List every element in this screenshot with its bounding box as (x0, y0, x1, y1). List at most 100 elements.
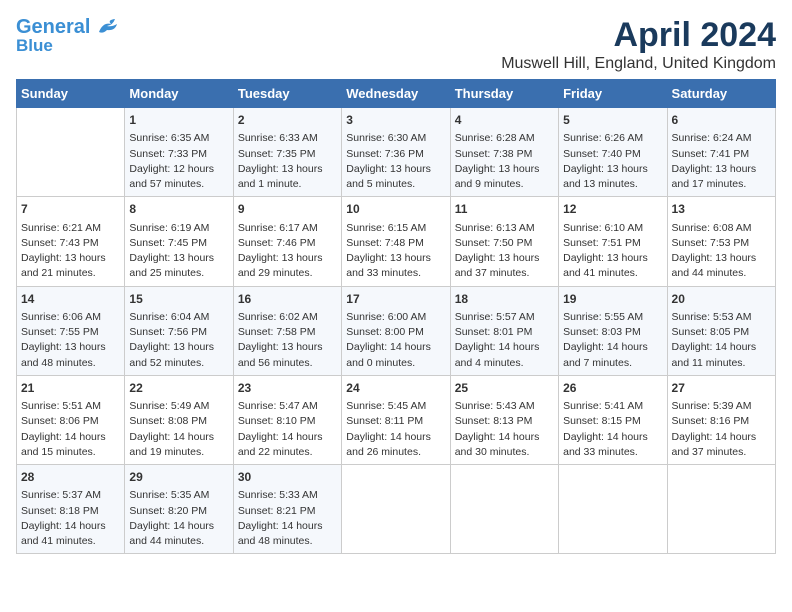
calendar-cell: 14Sunrise: 6:06 AMSunset: 7:55 PMDayligh… (17, 286, 125, 375)
day-info: Sunset: 7:58 PM (238, 325, 337, 340)
day-info: Daylight: 13 hours (563, 162, 662, 177)
day-info: Sunset: 7:36 PM (346, 147, 445, 162)
week-row-3: 14Sunrise: 6:06 AMSunset: 7:55 PMDayligh… (17, 286, 776, 375)
day-info: and 1 minute. (238, 177, 337, 192)
day-info: Sunrise: 5:39 AM (672, 399, 771, 414)
day-info: and 33 minutes. (563, 445, 662, 460)
day-info: Daylight: 14 hours (672, 340, 771, 355)
day-info: Daylight: 13 hours (672, 162, 771, 177)
day-number: 26 (563, 380, 662, 397)
day-info: Daylight: 14 hours (563, 430, 662, 445)
day-info: and 44 minutes. (672, 266, 771, 281)
day-info: Sunrise: 5:49 AM (129, 399, 228, 414)
day-number: 6 (672, 112, 771, 129)
day-info: Sunrise: 6:24 AM (672, 131, 771, 146)
day-info: Daylight: 13 hours (238, 251, 337, 266)
location-title: Muswell Hill, England, United Kingdom (501, 55, 776, 73)
day-number: 21 (21, 380, 120, 397)
day-info: Sunrise: 6:26 AM (563, 131, 662, 146)
day-number: 28 (21, 469, 120, 486)
week-row-4: 21Sunrise: 5:51 AMSunset: 8:06 PMDayligh… (17, 375, 776, 464)
day-number: 1 (129, 112, 228, 129)
calendar-cell: 21Sunrise: 5:51 AMSunset: 8:06 PMDayligh… (17, 375, 125, 464)
day-number: 4 (455, 112, 554, 129)
calendar-cell (559, 465, 667, 554)
day-number: 24 (346, 380, 445, 397)
day-info: Sunrise: 6:19 AM (129, 221, 228, 236)
day-info: Sunrise: 6:28 AM (455, 131, 554, 146)
calendar-cell: 5Sunrise: 6:26 AMSunset: 7:40 PMDaylight… (559, 108, 667, 197)
day-number: 13 (672, 201, 771, 218)
day-info: Sunrise: 6:17 AM (238, 221, 337, 236)
day-number: 29 (129, 469, 228, 486)
day-info: and 7 minutes. (563, 356, 662, 371)
day-info: Daylight: 13 hours (346, 162, 445, 177)
day-info: and 5 minutes. (346, 177, 445, 192)
day-info: and 41 minutes. (21, 534, 120, 549)
day-info: and 25 minutes. (129, 266, 228, 281)
day-info: Sunset: 7:40 PM (563, 147, 662, 162)
day-info: Daylight: 13 hours (129, 340, 228, 355)
day-info: Sunrise: 5:53 AM (672, 310, 771, 325)
day-info: Daylight: 13 hours (672, 251, 771, 266)
day-info: Daylight: 14 hours (129, 519, 228, 534)
day-info: Daylight: 14 hours (21, 430, 120, 445)
day-info: Daylight: 13 hours (129, 251, 228, 266)
day-number: 27 (672, 380, 771, 397)
calendar-cell (667, 465, 775, 554)
day-info: and 33 minutes. (346, 266, 445, 281)
day-info: Daylight: 13 hours (455, 251, 554, 266)
bird-icon (97, 18, 119, 36)
calendar-cell: 2Sunrise: 6:33 AMSunset: 7:35 PMDaylight… (233, 108, 341, 197)
day-info: Sunset: 7:33 PM (129, 147, 228, 162)
logo-blue: Blue (16, 36, 53, 56)
day-info: and 37 minutes. (455, 266, 554, 281)
day-info: Sunset: 7:43 PM (21, 236, 120, 251)
day-number: 8 (129, 201, 228, 218)
day-number: 25 (455, 380, 554, 397)
header-row: SundayMondayTuesdayWednesdayThursdayFrid… (17, 80, 776, 108)
month-title: April 2024 (501, 16, 776, 55)
day-info: Sunset: 7:50 PM (455, 236, 554, 251)
day-info: Sunset: 8:11 PM (346, 414, 445, 429)
day-info: Daylight: 14 hours (455, 430, 554, 445)
calendar-cell: 9Sunrise: 6:17 AMSunset: 7:46 PMDaylight… (233, 197, 341, 286)
day-info: Daylight: 13 hours (455, 162, 554, 177)
calendar-cell: 30Sunrise: 5:33 AMSunset: 8:21 PMDayligh… (233, 465, 341, 554)
day-info: Daylight: 14 hours (563, 340, 662, 355)
calendar-cell: 1Sunrise: 6:35 AMSunset: 7:33 PMDaylight… (125, 108, 233, 197)
calendar-cell: 25Sunrise: 5:43 AMSunset: 8:13 PMDayligh… (450, 375, 558, 464)
col-header-tuesday: Tuesday (233, 80, 341, 108)
day-info: Sunset: 8:01 PM (455, 325, 554, 340)
calendar-cell: 26Sunrise: 5:41 AMSunset: 8:15 PMDayligh… (559, 375, 667, 464)
calendar-cell: 22Sunrise: 5:49 AMSunset: 8:08 PMDayligh… (125, 375, 233, 464)
day-info: Sunset: 8:06 PM (21, 414, 120, 429)
calendar-cell: 16 Sunrise: 6:02 AMSunset: 7:58 PMDayligh… (233, 286, 341, 375)
calendar-cell: 27Sunrise: 5:39 AMSunset: 8:16 PMDayligh… (667, 375, 775, 464)
day-info: Sunrise: 6:06 AM (21, 310, 120, 325)
day-number: 22 (129, 380, 228, 397)
day-info: Sunrise: 5:35 AM (129, 488, 228, 503)
calendar-cell: 19Sunrise: 5:55 AMSunset: 8:03 PMDayligh… (559, 286, 667, 375)
day-number: 16 (238, 291, 337, 308)
day-info: Sunset: 7:55 PM (21, 325, 120, 340)
day-info: Daylight: 13 hours (346, 251, 445, 266)
day-info: Daylight: 13 hours (238, 162, 337, 177)
day-number: 17 (346, 291, 445, 308)
day-info: Sunset: 7:53 PM (672, 236, 771, 251)
col-header-wednesday: Wednesday (342, 80, 450, 108)
day-info: Sunrise: 6:21 AM (21, 221, 120, 236)
day-info: Sunrise: 5:37 AM (21, 488, 120, 503)
day-info: Daylight: 13 hours (238, 340, 337, 355)
day-info: Daylight: 14 hours (21, 519, 120, 534)
day-info: Daylight: 12 hours (129, 162, 228, 177)
day-info: and 21 minutes. (21, 266, 120, 281)
col-header-monday: Monday (125, 80, 233, 108)
day-info: Sunrise: 6:02 AM (238, 310, 337, 325)
day-info: Sunset: 8:10 PM (238, 414, 337, 429)
day-info: Daylight: 14 hours (455, 340, 554, 355)
calendar-cell: 17Sunrise: 6:00 AMSunset: 8:00 PMDayligh… (342, 286, 450, 375)
day-info: Sunset: 8:05 PM (672, 325, 771, 340)
day-info: Sunset: 7:38 PM (455, 147, 554, 162)
col-header-thursday: Thursday (450, 80, 558, 108)
